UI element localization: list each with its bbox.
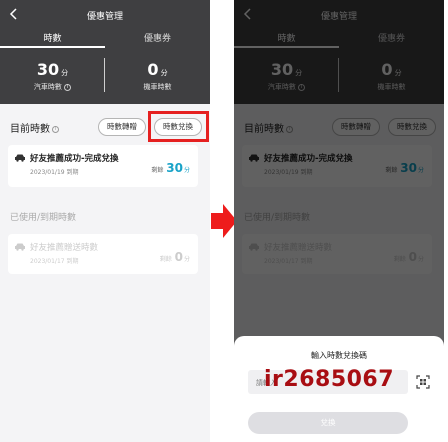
screen-before: 優惠管理 時數 優惠券 30 分 汽車時數 i 0分 機車時數 目前時數 i 時數轉… [0, 0, 210, 442]
used-hours-card: 好友推薦贈送時數 2023/01/17 到期 剩餘 0分 [8, 234, 198, 274]
scooter-hours-stat: 0分 機車時數 [105, 60, 210, 92]
transfer-hours-button[interactable]: 時數轉贈 [98, 118, 146, 136]
card-title: 好友推薦成功-完成兌換 [30, 154, 119, 164]
active-tab-indicator [0, 46, 105, 48]
used-hours-heading: 已使用/到期時數 [10, 213, 77, 223]
card-expiry: 2023/01/17 到期 [30, 258, 79, 265]
sheet-title: 輸入時數兌換碼 [311, 351, 367, 360]
qr-scan-icon[interactable] [416, 375, 430, 389]
tab-hours[interactable]: 時數 [0, 31, 105, 44]
scooter-hours-unit: 分 [160, 69, 168, 77]
card-remaining: 剩餘 30分 [151, 161, 190, 175]
hours-card[interactable]: 好友推薦成功-完成兌換 2023/01/19 到期 剩餘 30分 [8, 145, 198, 187]
car-icon [15, 154, 25, 162]
scooter-hours-label: 機車時數 [143, 83, 172, 91]
car-hours-label: 汽車時數 [33, 83, 62, 91]
redeem-submit-button[interactable]: 兌換 [248, 412, 408, 434]
card-remaining: 剩餘 0分 [160, 250, 190, 264]
watermark-text: ir2685067 [264, 367, 395, 392]
car-hours-unit: 分 [61, 69, 69, 77]
remaining-label: 剩餘 [159, 256, 172, 263]
info-icon[interactable]: i [52, 125, 59, 133]
header-bar: 優惠管理 時數 優惠券 30分 汽車時數 i 0分 機車時數 [0, 0, 210, 104]
remaining-label: 剩餘 [151, 167, 164, 174]
info-icon[interactable]: i [64, 83, 72, 91]
car-icon [15, 243, 25, 251]
card-expiry: 2023/01/19 到期 [30, 169, 79, 176]
car-hours-value: 30 [36, 60, 60, 79]
card-title: 好友推薦贈送時數 [30, 243, 99, 253]
current-hours-heading: 目前時數i [10, 120, 59, 135]
remaining-value: 0 [174, 250, 183, 264]
scooter-hours-value: 0 [147, 60, 159, 79]
car-hours-stat: 30分 汽車時數 i [0, 60, 105, 92]
remaining-unit: 分 [183, 167, 190, 174]
tab-coupons[interactable]: 優惠券 [105, 31, 210, 44]
remaining-value: 30 [166, 161, 183, 175]
current-hours-title: 目前時數 [10, 124, 50, 135]
highlight-box [148, 111, 209, 142]
remaining-unit: 分 [183, 256, 190, 263]
page-title: 優惠管理 [86, 12, 123, 22]
